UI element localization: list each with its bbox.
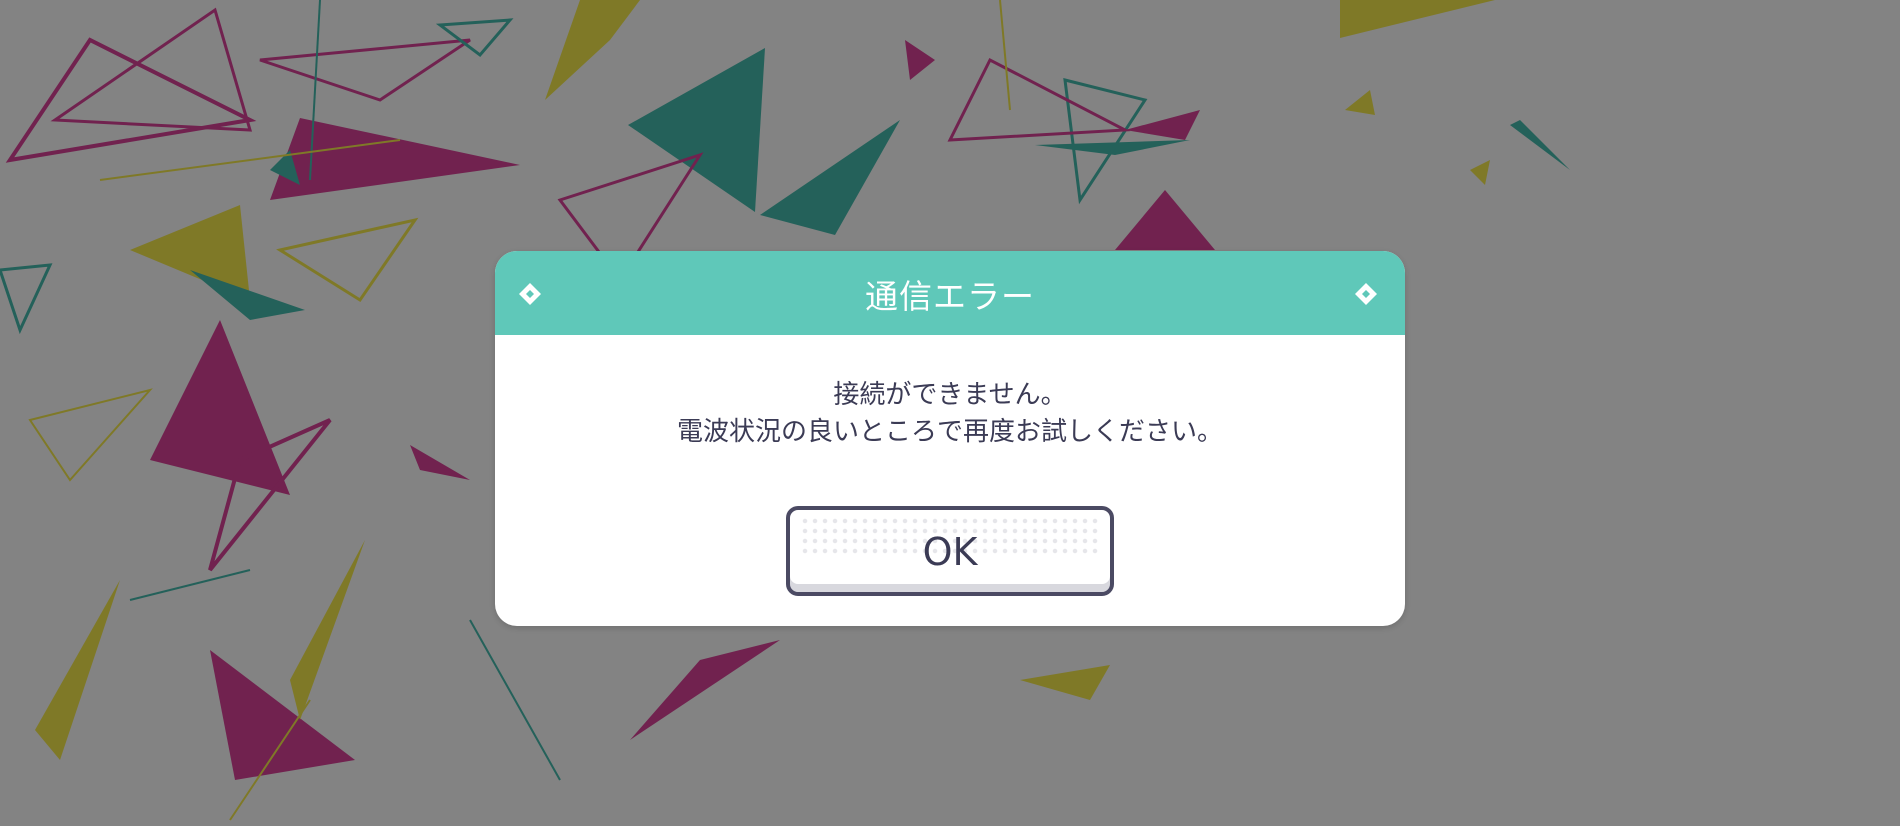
- message-line: 電波状況の良いところで再度お試しください。: [676, 417, 1223, 447]
- error-dialog: 通信エラー 接続ができません。 電波状況の良いところで再度お試しください。 OK: [495, 251, 1405, 626]
- dialog-title: 通信エラー: [865, 277, 1035, 316]
- screen: 通信エラー 接続ができません。 電波状況の良いところで再度お試しください。 OK: [0, 0, 1900, 826]
- diamond-icon: [1355, 283, 1377, 305]
- dialog-header: 通信エラー: [495, 251, 1405, 335]
- dialog-message: 接続ができません。 電波状況の良いところで再度お試しください。: [495, 377, 1405, 451]
- ok-button-label: OK: [922, 530, 978, 574]
- ok-button[interactable]: OK: [786, 506, 1114, 596]
- message-line: 接続ができません。: [833, 380, 1067, 410]
